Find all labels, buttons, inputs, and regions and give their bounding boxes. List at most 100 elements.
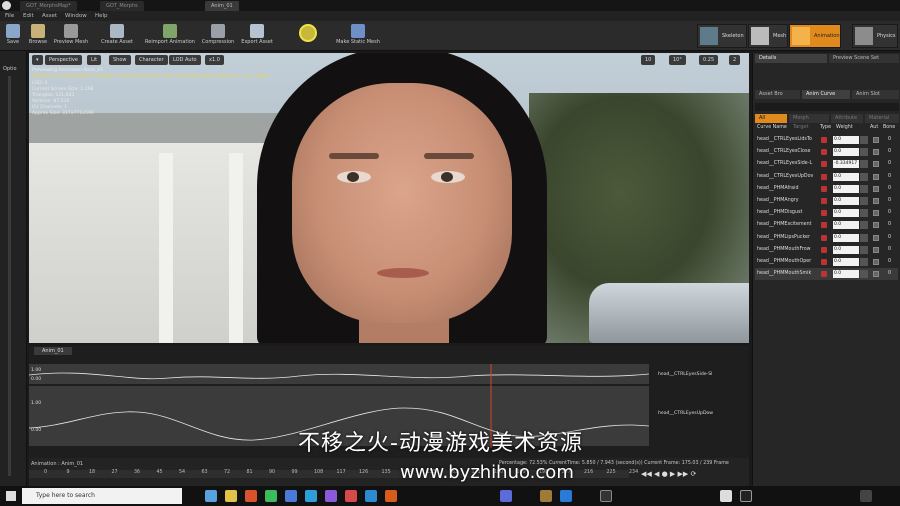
app-icon[interactable] <box>720 490 732 502</box>
save-button[interactable]: Save <box>2 21 24 51</box>
weight-spinner[interactable] <box>860 245 868 254</box>
column-auto[interactable]: Aut <box>870 125 878 130</box>
curve-row[interactable]: head__PHMExcitement 0.0 0 <box>755 219 898 231</box>
curve-row[interactable]: head__PHMDisgust 0.0 0 <box>755 207 898 219</box>
firefox-icon[interactable] <box>385 490 397 502</box>
curve-type-icon[interactable] <box>821 161 827 168</box>
mode-mesh[interactable]: Mesh <box>748 24 788 48</box>
windows-start-icon[interactable] <box>6 491 16 501</box>
mode-physics[interactable]: Physics <box>852 24 898 48</box>
tab-asset-browser[interactable]: Asset Bro <box>755 90 800 99</box>
playback-speed-button[interactable]: x1.0 <box>205 55 224 65</box>
curve-weight-input[interactable]: 0.0 <box>833 233 859 242</box>
weight-spinner[interactable] <box>860 160 868 169</box>
options-label[interactable]: Optio <box>3 66 17 72</box>
curve-row[interactable]: head__CTRLEyesClose 0.0 0 <box>755 146 898 158</box>
weight-spinner[interactable] <box>860 233 868 242</box>
weight-spinner[interactable] <box>860 270 868 279</box>
create-asset-button[interactable]: Create Asset <box>100 21 134 51</box>
task-view-icon[interactable] <box>205 490 217 502</box>
file-explorer-icon[interactable] <box>225 490 237 502</box>
tab-anim-slot[interactable]: Anim Slot <box>852 90 899 99</box>
playback-controls[interactable]: ◀◀ ◀ ● ▶ ▶▶ ⟳ <box>641 470 696 478</box>
menu-window[interactable]: Window <box>65 11 87 21</box>
grid-snap-value[interactable]: 10 <box>641 55 656 65</box>
tab-anim-curve[interactable]: Anim Curve <box>802 90 850 99</box>
curve-type-icon[interactable] <box>821 246 827 253</box>
curve-weight-input[interactable]: 0.0 <box>833 258 859 266</box>
app-icon[interactable] <box>540 490 552 502</box>
curve-type-icon[interactable] <box>821 185 827 192</box>
unreal-taskbar-icon[interactable] <box>740 490 752 502</box>
curve-row[interactable]: head__CTRLEyesLidsTo 0.0 0 <box>755 134 898 146</box>
menu-help[interactable]: Help <box>95 11 108 21</box>
app-icon[interactable] <box>285 490 297 502</box>
auto-checkbox[interactable] <box>873 161 879 168</box>
weight-spinner[interactable] <box>860 258 868 266</box>
weight-spinner[interactable] <box>860 148 868 157</box>
lit-button[interactable]: Lit <box>87 55 102 65</box>
curve-search-input[interactable] <box>755 103 899 111</box>
unreal-logo-icon[interactable] <box>2 1 11 10</box>
mode-skeleton[interactable]: Skeleton <box>697 24 747 48</box>
auto-checkbox[interactable] <box>873 222 879 229</box>
scale-snap-value[interactable]: 0.25 <box>699 55 719 65</box>
doc-tab-morphs[interactable]: GOT_Morphs <box>100 1 144 11</box>
auto-checkbox[interactable] <box>873 259 879 265</box>
curve-weight-input[interactable]: 0.0 <box>833 197 859 205</box>
curve-weight-input[interactable]: 0.0 <box>833 209 859 218</box>
curve-row[interactable]: head__CTRLEyesSide-L -0.334917 0 <box>755 158 898 170</box>
auto-checkbox[interactable] <box>873 149 879 156</box>
notification-icon[interactable] <box>860 490 872 502</box>
curve-row[interactable]: head__PHMAfraid 0.0 0 <box>755 183 898 195</box>
filter-attribute[interactable]: Attribute <box>831 114 863 123</box>
column-curve-name[interactable]: Curve Name <box>757 125 787 130</box>
curve-type-icon[interactable] <box>821 234 827 241</box>
tab-details[interactable]: Details <box>755 54 827 63</box>
curve-weight-input[interactable]: 0.0 <box>833 172 859 181</box>
auto-checkbox[interactable] <box>873 173 879 180</box>
weight-spinner[interactable] <box>860 184 868 193</box>
app-icon[interactable] <box>500 490 512 502</box>
curve-weight-input[interactable]: 0.0 <box>833 136 859 144</box>
compression-button[interactable]: Compression <box>200 21 236 51</box>
curve-type-icon[interactable] <box>821 149 827 156</box>
perspective-button[interactable]: Perspective <box>45 55 82 65</box>
taskbar-search-input[interactable]: Type here to search <box>22 488 182 504</box>
curve-weight-input[interactable]: -0.334917 <box>833 160 859 169</box>
app-icon[interactable] <box>305 490 317 502</box>
preview-viewport[interactable]: ▾ Perspective Lit Show Character LOD Aut… <box>29 53 749 343</box>
curve-type-icon[interactable] <box>821 173 827 180</box>
auto-checkbox[interactable] <box>873 185 879 192</box>
app-icon[interactable] <box>600 490 612 502</box>
chrome-icon[interactable] <box>265 490 277 502</box>
apply-button[interactable] <box>290 21 326 51</box>
mode-animation[interactable]: Animation <box>789 24 841 48</box>
auto-checkbox[interactable] <box>873 198 879 204</box>
doc-tab-anim[interactable]: Anim_01 <box>205 1 239 11</box>
curve-weight-input[interactable]: 0.0 <box>833 270 859 279</box>
weight-spinner[interactable] <box>860 197 868 205</box>
camera-speed-value[interactable]: 2 <box>729 55 741 65</box>
menu-file[interactable]: File <box>5 11 14 21</box>
curve-row[interactable]: head__PHMMouthFrow 0.0 0 <box>755 244 898 256</box>
weight-spinner[interactable] <box>860 221 868 230</box>
tab-anim-timeline[interactable]: Anim_01 <box>34 347 72 355</box>
app-icon[interactable] <box>345 490 357 502</box>
tab-preview-scene[interactable]: Preview Scene Set <box>829 54 899 63</box>
left-scrollbar[interactable] <box>8 76 11 476</box>
menu-asset[interactable]: Asset <box>42 11 57 21</box>
auto-checkbox[interactable] <box>873 246 879 253</box>
curve-row[interactable]: head__PHMMouthOper 0.0 0 <box>755 256 898 268</box>
curve-type-icon[interactable] <box>821 137 827 143</box>
menu-edit[interactable]: Edit <box>23 11 34 21</box>
show-button[interactable]: Show <box>109 55 131 65</box>
app-icon[interactable] <box>560 490 572 502</box>
curve-row[interactable]: head__PHMAngry 0.0 0 <box>755 195 898 207</box>
curve-weight-input[interactable]: 0.0 <box>833 245 859 254</box>
filter-morph-target[interactable]: Morph Target <box>789 114 829 130</box>
curve-type-icon[interactable] <box>821 222 827 229</box>
curve-row[interactable]: head__PHMLipsPucker 0.0 0 <box>755 232 898 244</box>
column-weight[interactable]: Weight <box>836 125 853 130</box>
lod-auto-button[interactable]: LOD Auto <box>169 55 201 65</box>
